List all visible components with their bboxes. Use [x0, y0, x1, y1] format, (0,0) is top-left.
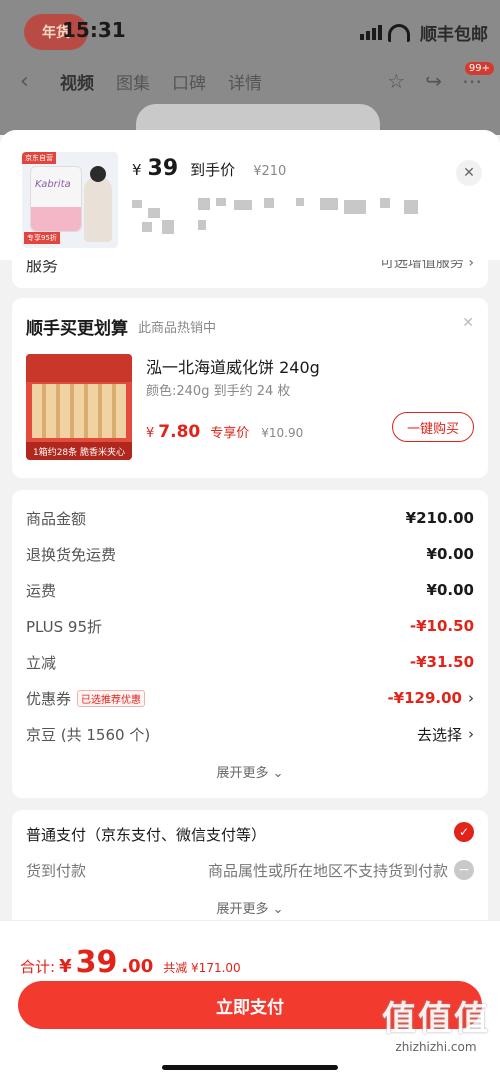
original-price: ¥210 [253, 164, 287, 179]
bundle-price: 7.80 [158, 422, 201, 442]
total-amount: 39 [75, 945, 118, 980]
signal-icon [360, 25, 382, 40]
background-nav: ‹ 视频 图集 口碑 详情 ☆ ↪ ⋯ [0, 66, 500, 96]
payment-cod: 货到付款 [26, 862, 87, 880]
bundle-close-icon[interactable]: ✕ [462, 315, 474, 331]
coupon-badge: 已选推荐优惠 [77, 689, 146, 707]
summary-row-plus-discount: PLUS 95折 -¥10.50 [26, 617, 474, 636]
bundle-price-label: 专享价 [210, 426, 250, 441]
milk-can: Kabrita [30, 166, 82, 232]
product-price-row: ¥ 39 到手价 ¥210 [132, 156, 286, 181]
payment-normal[interactable]: 普通支付（京东支付、微信支付等） [26, 824, 266, 845]
one-click-buy-button[interactable]: 一键购买 [392, 412, 474, 442]
bundle-product-spec: 颜色:240g 到手约 24 枚 [146, 384, 291, 399]
wifi-icon [388, 23, 410, 42]
final-price: 39 [147, 156, 179, 181]
bundle-original-price: ¥10.90 [261, 426, 304, 440]
bundle-product-name[interactable]: 泓一北海道威化饼 240g [146, 354, 320, 378]
image-discount-tag: 专享95折 [24, 232, 60, 244]
chevron-right-icon: › [468, 725, 474, 743]
bundle-image-caption: 1箱约28条 脆香米夹心 [26, 442, 132, 460]
product-header: 京东自营 Kabrita 专享95折 ¥ 39 到手价 ¥210 ✕ [0, 130, 500, 260]
total-savings: 共减 ¥171.00 [163, 961, 241, 975]
checked-icon[interactable]: ✓ [454, 822, 474, 842]
disabled-icon: − [454, 860, 474, 880]
product-thumbnail: 京东自营 Kabrita 专享95折 [22, 152, 118, 248]
total-label: 合计: [20, 958, 56, 976]
bundle-title: 顺手买更划算 [26, 319, 128, 339]
message-count-badge: 99+ [464, 62, 494, 75]
summary-row-goods: 商品金额 ¥210.00 [26, 509, 474, 528]
chevron-right-icon: › [468, 689, 474, 707]
shipping-badge: 顺丰包邮 [420, 25, 488, 45]
payment-cod-note: 商品属性或所在地区不支持货到付款 [207, 862, 448, 880]
summary-row-jingdou[interactable]: 京豆 (共 1560 个) 去选择 › [26, 720, 474, 748]
spokesperson-image [84, 166, 112, 242]
checkout-sheet: 京东自营 Kabrita 专享95折 ¥ 39 到手价 ¥210 ✕ 服务 可选… [0, 130, 500, 1082]
order-total: 合计: ¥ 39 .00 共减 ¥171.00 [20, 945, 241, 980]
background-product-page: 年货 15:31 顺丰包邮 ‹ 视频 图集 口碑 详情 ☆ ↪ ⋯ 99+ [0, 0, 500, 135]
final-price-label: 到手价 [190, 161, 236, 179]
bundle-product-image[interactable]: 1箱约28条 脆香米夹心 [26, 354, 132, 460]
payment-expand-more[interactable]: 展开更多 ⌄ [12, 898, 488, 917]
bundle-card: 顺手买更划算 此商品热销中 ✕ 1箱约28条 脆香米夹心 泓一北海道威化饼 24… [12, 298, 488, 478]
status-time: 15:31 [62, 18, 126, 42]
back-icon[interactable]: ‹ [20, 69, 29, 94]
bundle-subtitle: 此商品热销中 [138, 321, 217, 336]
summary-row-coupon[interactable]: 优惠券 已选推荐优惠 -¥129.00 › [26, 684, 474, 712]
order-summary: 商品金额 ¥210.00 退换货免运费 ¥0.00 运费 ¥0.00 PLUS … [12, 490, 488, 798]
tab-details[interactable]: 详情 [228, 69, 262, 94]
star-icon[interactable]: ☆ [387, 69, 405, 93]
checkout-footer: 合计: ¥ 39 .00 共减 ¥171.00 立即支付 值值值 zhizhiz… [0, 920, 500, 1082]
summary-row-instant-discount: 立减 -¥31.50 [26, 653, 474, 672]
tab-gallery[interactable]: 图集 [116, 69, 150, 94]
status-icons: 顺丰包邮 [360, 20, 488, 45]
share-icon[interactable]: ↪ [425, 69, 442, 93]
image-tag: 京东自营 [22, 152, 56, 164]
bundle-price-row: ¥ 7.80 专享价 ¥10.90 [146, 422, 304, 442]
summary-expand-more[interactable]: 展开更多 ⌄ [12, 762, 488, 781]
summary-row-shipping: 运费 ¥0.00 [26, 581, 474, 600]
blurred-product-title [132, 194, 462, 238]
site-watermark: 值值值 zhizhizhi.com [382, 999, 490, 1054]
summary-row-return-shipping: 退换货免运费 ¥0.00 [26, 545, 474, 564]
home-indicator[interactable] [162, 1065, 338, 1070]
tab-reviews[interactable]: 口碑 [172, 69, 206, 94]
tab-video[interactable]: 视频 [60, 69, 94, 94]
brand-label: Kabrita [35, 179, 71, 190]
price-currency: ¥ [132, 161, 142, 179]
close-icon[interactable]: ✕ [456, 160, 482, 186]
